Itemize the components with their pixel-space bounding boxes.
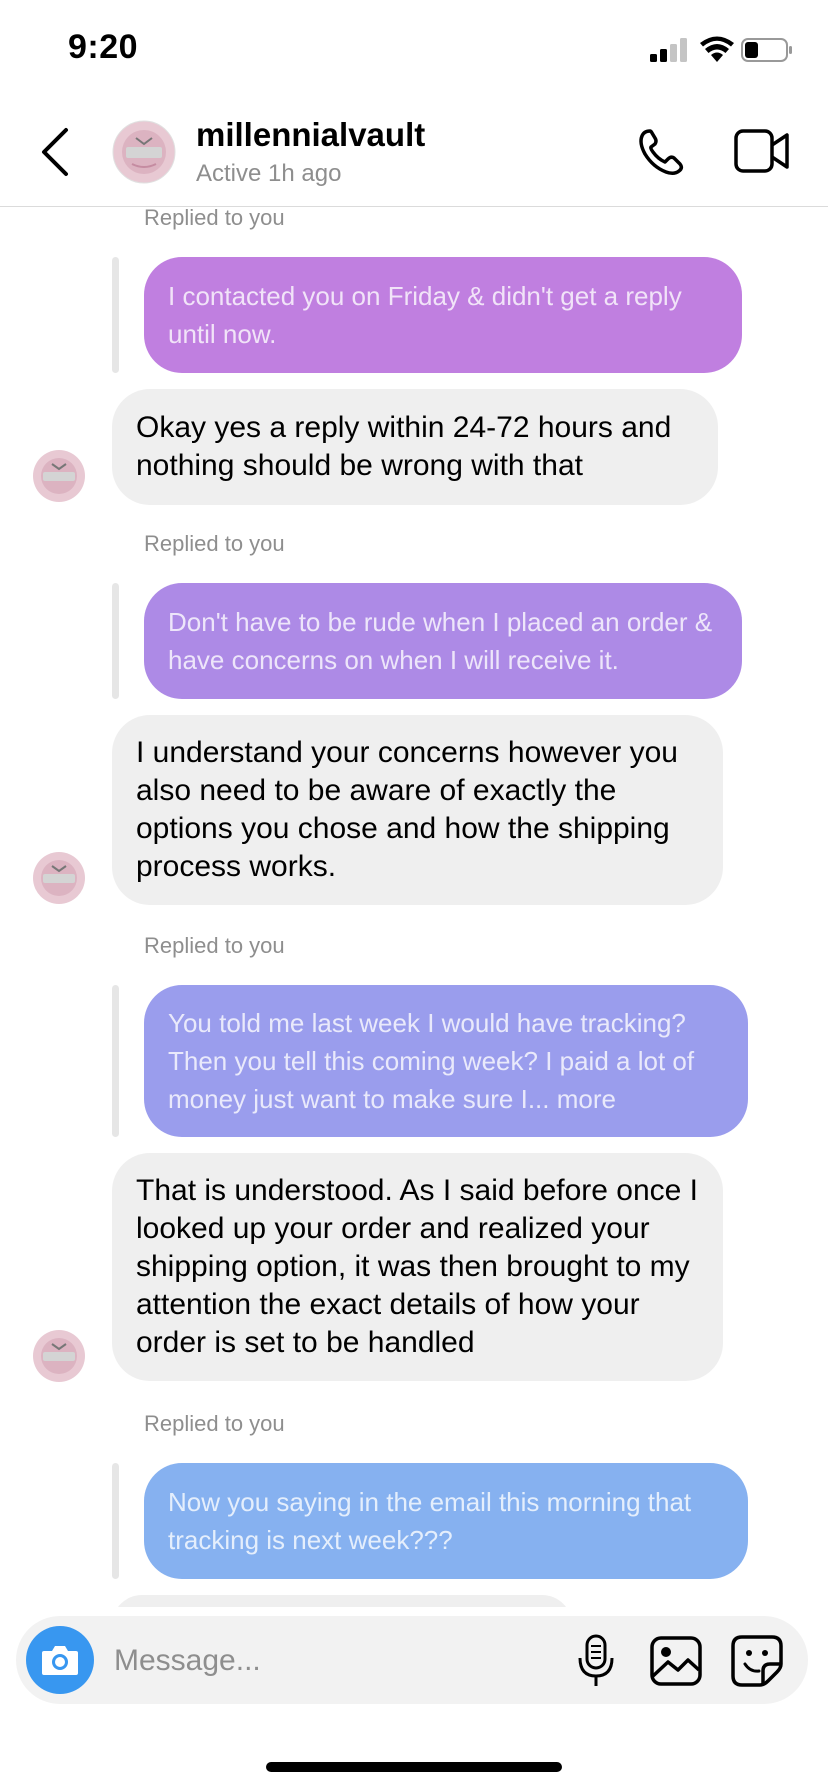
replied-label: Replied to you	[144, 207, 285, 230]
wifi-icon	[700, 36, 734, 62]
incoming-message[interactable]: I understand your concerns however you a…	[112, 715, 723, 905]
replied-label: Replied to you	[144, 933, 285, 958]
quote-bar	[112, 583, 119, 699]
message-thread[interactable]: Replied to you I contacted you on Friday…	[0, 207, 828, 1607]
quote-bar	[112, 257, 119, 373]
quote-bar	[112, 1463, 119, 1579]
home-indicator	[266, 1762, 562, 1772]
quoted-message[interactable]: I contacted you on Friday & didn't get a…	[144, 257, 742, 373]
active-status: Active 1h ago	[196, 160, 342, 187]
camera-button[interactable]	[26, 1626, 94, 1694]
quoted-message[interactable]: Now you saying in the email this morning…	[144, 1463, 748, 1579]
incoming-message[interactable]: Okay yes a reply within 24-72 hours and …	[112, 389, 718, 505]
chevron-left-icon[interactable]	[38, 126, 74, 178]
avatar	[33, 450, 85, 502]
incoming-message-partial[interactable]	[112, 1595, 572, 1607]
microphone-icon[interactable]	[576, 1634, 616, 1688]
contact-name[interactable]: millennialvault	[196, 116, 425, 154]
replied-label: Replied to you	[144, 1411, 285, 1436]
message-input[interactable]	[112, 1636, 586, 1686]
quote-bar	[112, 985, 119, 1137]
cellular-signal-icon	[650, 38, 687, 62]
phone-icon[interactable]	[636, 126, 688, 178]
sticker-icon[interactable]	[730, 1634, 784, 1688]
gallery-icon[interactable]	[650, 1636, 702, 1686]
replied-label: Replied to you	[144, 531, 285, 556]
chat-header: millennialvault Active 1h ago	[0, 100, 828, 207]
video-camera-icon[interactable]	[734, 128, 790, 174]
camera-icon	[42, 1646, 78, 1675]
status-bar: 9:20	[0, 0, 828, 96]
quoted-message[interactable]: You told me last week I would have track…	[144, 985, 748, 1137]
battery-icon	[741, 38, 792, 62]
quoted-message[interactable]: Don't have to be rude when I placed an o…	[144, 583, 742, 699]
avatar	[33, 1330, 85, 1382]
message-composer	[16, 1616, 808, 1704]
status-time: 9:20	[68, 28, 139, 66]
avatar	[33, 852, 85, 904]
incoming-message[interactable]: That is understood. As I said before onc…	[112, 1153, 723, 1381]
avatar[interactable]	[112, 120, 176, 184]
